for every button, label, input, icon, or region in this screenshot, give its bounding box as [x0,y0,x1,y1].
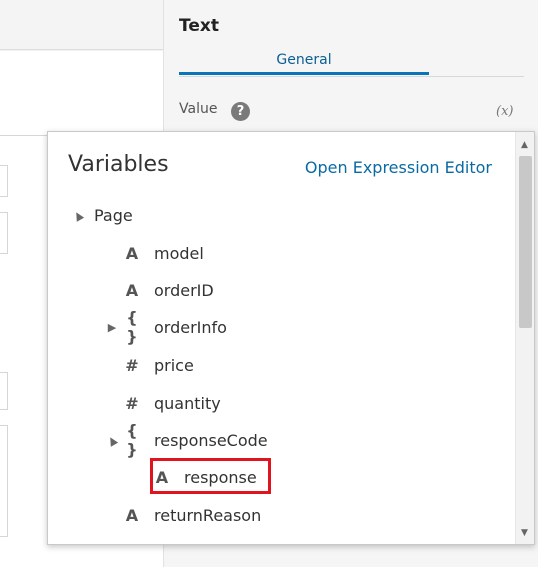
canvas-component[interactable] [0,165,8,197]
tree-item-quantity[interactable]: # quantity [104,388,221,418]
tree-item-orderinfo[interactable]: ▶ { } orderInfo [104,308,227,346]
tree-item-label: Page [94,205,133,225]
tab-active-indicator [179,72,429,75]
tree-item-label: orderID [154,280,214,300]
number-type-icon: # [125,355,139,375]
expand-caret-icon[interactable]: ▶ [104,321,120,334]
tree-item-page[interactable]: ▲ Page [70,200,133,230]
collapse-caret-icon[interactable]: ▲ [68,205,88,224]
tree-item-label: quantity [154,393,221,413]
tree-item-returnreason[interactable]: A returnReason [104,500,261,530]
panel-title: Text [179,16,219,36]
string-type-icon: A [125,280,139,300]
tree-item-price[interactable]: # price [104,350,194,380]
open-expression-editor-link[interactable]: Open Expression Editor [305,158,492,177]
object-type-icon: { } [126,308,138,346]
canvas-toolbar [0,0,163,50]
selection-highlight [150,458,271,494]
object-type-icon: { } [126,421,138,459]
expression-icon[interactable]: (x) [496,104,513,119]
tree-item-label: returnReason [154,505,262,525]
canvas-component[interactable] [0,212,8,254]
scroll-thumb[interactable] [519,156,532,328]
tree-item-responsecode[interactable]: ▲ { } responseCode [104,421,268,459]
tree-item-label: responseCode [154,430,268,450]
canvas-component[interactable] [0,425,8,537]
vertical-scrollbar[interactable]: ▲ ▼ [515,132,534,544]
tree-item-orderid[interactable]: A orderID [104,275,214,305]
tree-item-label: orderInfo [154,317,227,337]
value-label: Value [179,101,218,117]
scroll-down-icon[interactable]: ▼ [521,528,528,538]
tree-item-label: price [154,355,194,375]
popup-title: Variables [68,152,169,177]
tree-item-label: model [154,243,204,263]
tree-item-model[interactable]: A model [104,238,204,268]
string-type-icon: A [125,505,139,525]
canvas-component[interactable] [0,372,8,410]
string-type-icon: A [125,243,139,263]
variables-popup: Variables Open Expression Editor ▲ Page … [47,131,535,545]
number-type-icon: # [125,393,139,413]
scroll-up-icon[interactable]: ▲ [521,140,528,150]
help-icon[interactable]: ? [231,102,250,121]
tab-general[interactable]: General [179,52,429,68]
tab-divider [179,76,524,77]
